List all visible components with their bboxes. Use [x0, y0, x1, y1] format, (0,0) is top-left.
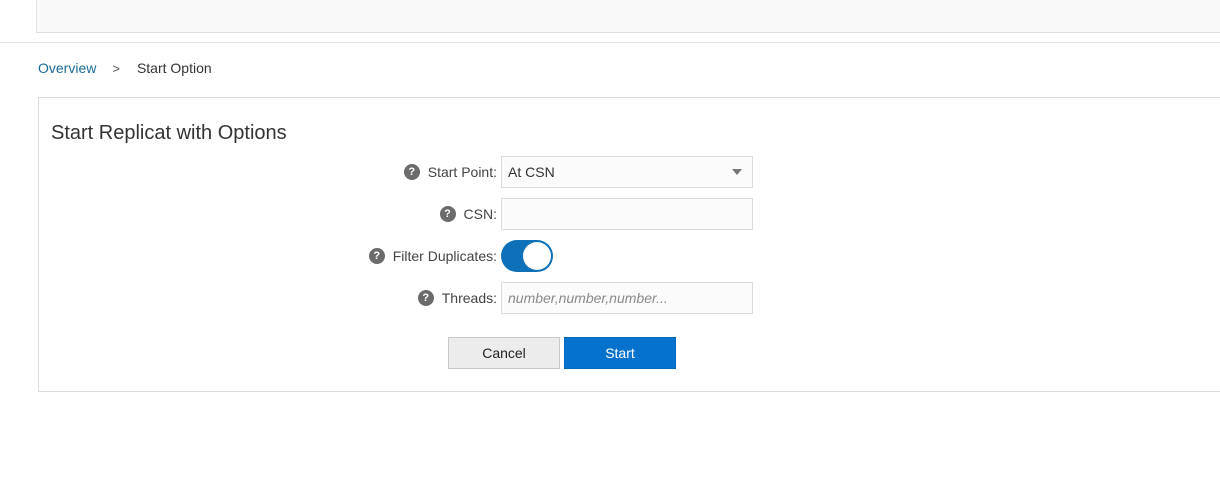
start-point-label: Start Point:	[427, 164, 497, 180]
breadcrumb: Overview > Start Option	[38, 59, 212, 77]
start-point-label-group: ? Start Point:	[403, 156, 497, 188]
cancel-button[interactable]: Cancel	[448, 337, 560, 369]
breadcrumb-separator: >	[112, 60, 120, 76]
csn-label-group: ? CSN:	[439, 198, 497, 230]
header-divider	[0, 42, 1220, 43]
help-icon[interactable]: ?	[439, 206, 456, 222]
filter-duplicates-row: ? Filter Duplicates:	[39, 240, 1220, 272]
breadcrumb-current: Start Option	[136, 60, 212, 76]
csn-row: ? CSN:	[39, 198, 1220, 230]
csn-input[interactable]	[501, 198, 753, 230]
start-point-value: At CSN	[508, 164, 555, 180]
start-options-panel: Start Replicat with Options ? Start Poin…	[38, 97, 1220, 392]
csn-label: CSN:	[463, 206, 497, 222]
panel-title: Start Replicat with Options	[51, 122, 287, 144]
breadcrumb-overview-link[interactable]: Overview	[38, 60, 96, 76]
help-icon[interactable]: ?	[368, 248, 385, 264]
start-point-select[interactable]: At CSN	[501, 156, 753, 188]
toggle-knob	[523, 242, 551, 270]
threads-row: ? Threads:	[39, 282, 1220, 314]
threads-label: Threads:	[441, 290, 497, 306]
chevron-down-icon	[732, 169, 742, 175]
threads-input[interactable]	[501, 282, 753, 314]
help-icon[interactable]: ?	[417, 290, 434, 306]
threads-label-group: ? Threads:	[417, 282, 497, 314]
filter-duplicates-toggle[interactable]	[501, 240, 553, 272]
start-point-row: ? Start Point: At CSN	[39, 156, 1220, 188]
filter-duplicates-label-group: ? Filter Duplicates:	[368, 240, 497, 272]
help-icon[interactable]: ?	[403, 164, 420, 180]
start-button[interactable]: Start	[564, 337, 676, 369]
filter-duplicates-label: Filter Duplicates:	[392, 248, 497, 264]
top-toolbar-area	[36, 0, 1220, 33]
